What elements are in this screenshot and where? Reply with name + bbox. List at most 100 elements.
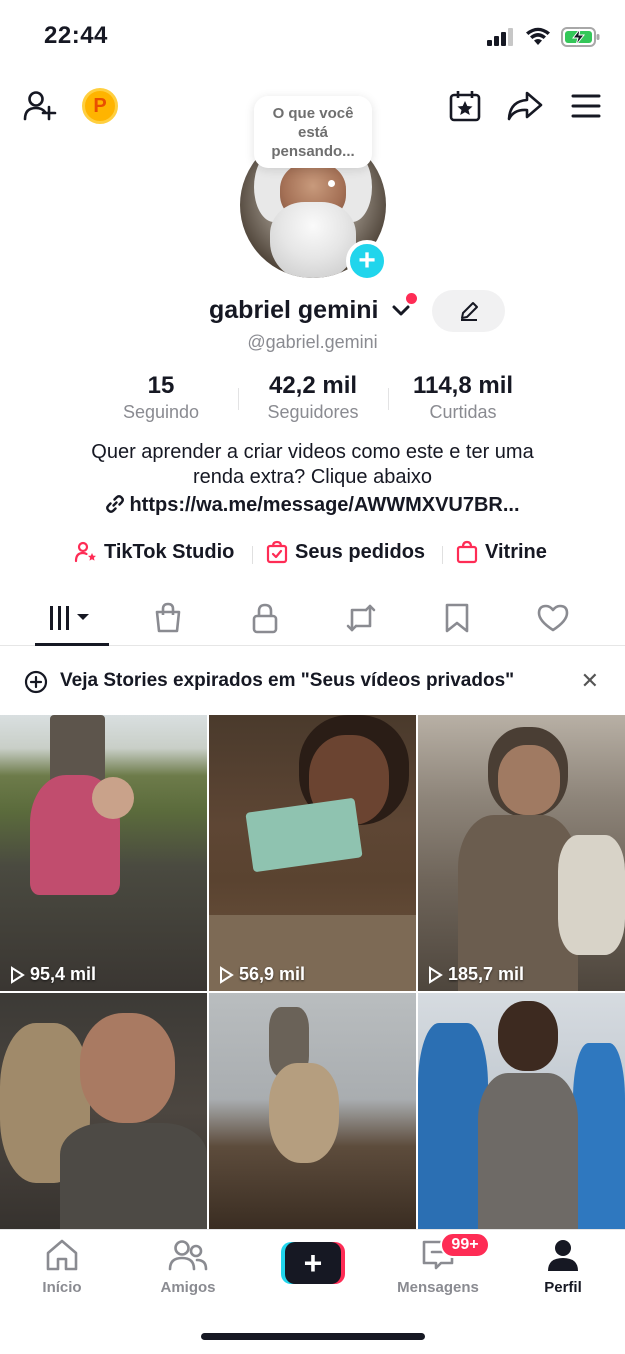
clock: 22:44 (44, 22, 108, 49)
video-thumbnail[interactable]: 95,4 mil (0, 715, 207, 991)
heart-icon (537, 604, 569, 632)
active-tab-indicator (35, 643, 109, 646)
shop-bag-icon (456, 540, 478, 564)
link-icon (106, 495, 125, 513)
view-count-text: 95,4 mil (30, 964, 97, 984)
battery-charging-icon (561, 27, 600, 47)
view-count: 95,4 mil (8, 964, 96, 985)
close-icon[interactable]: ✕ (581, 668, 599, 694)
play-icon (429, 965, 443, 984)
stories-banner-text: Veja Stories expirados em "Seus vídeos p… (60, 670, 515, 691)
note-text-line2: está (297, 124, 329, 141)
chevron-down-icon[interactable] (391, 304, 411, 318)
profile-stats: 15 Seguindo 42,2 mil Seguidores 114,8 mi… (0, 372, 625, 432)
plus-icon: + (285, 1242, 341, 1284)
share-icon[interactable] (505, 86, 545, 126)
nav-friends-label: Amigos (160, 1279, 216, 1296)
note-bubble[interactable]: O que você está pensando... (254, 96, 372, 168)
friends-icon (168, 1240, 208, 1271)
nav-friends[interactable]: Amigos (133, 1238, 243, 1296)
stat-likes[interactable]: 114,8 mil Curtidas (403, 372, 523, 423)
orders-label: Seus pedidos (295, 540, 426, 563)
tab-favorites[interactable] (407, 590, 507, 646)
status-icons (487, 26, 601, 48)
add-story-icon (24, 670, 48, 694)
signal-icon (487, 28, 513, 46)
notification-dot (406, 293, 417, 304)
bio-line1: Quer aprender a criar videos como este e… (91, 441, 534, 463)
tiktok-studio-label: TikTok Studio (104, 540, 235, 563)
username-handle: @gabriel.gemini (247, 332, 378, 352)
note-text-line1: O que você (272, 105, 354, 122)
name-row: gabriel gemini (0, 290, 625, 332)
likes-label: Curtidas (429, 402, 497, 422)
stat-followers[interactable]: 42,2 mil Seguidores (253, 372, 373, 423)
profile-tabs (0, 590, 625, 646)
bio-link-text: https://wa.me/message/AWWMXVU7BR... (129, 494, 520, 516)
nav-home-label: Início (42, 1279, 82, 1296)
tab-shop[interactable] (118, 590, 218, 646)
video-grid: 95,4 mil 56,9 mil 185,7 mil (0, 715, 625, 1229)
video-thumbnail[interactable]: 56,9 mil (209, 715, 416, 991)
followers-count: 42,2 mil (268, 372, 358, 399)
stat-divider (388, 388, 389, 410)
nav-home[interactable]: Início (7, 1238, 117, 1296)
following-label: Seguindo (122, 402, 200, 422)
create-button[interactable]: + (281, 1242, 345, 1284)
bookmark-icon (445, 603, 469, 633)
home-icon (46, 1239, 78, 1271)
shortcut-divider (252, 546, 253, 564)
view-count-text: 185,7 mil (448, 964, 525, 984)
stories-banner[interactable]: Veja Stories expirados em "Seus vídeos p… (0, 656, 625, 706)
edit-profile-button[interactable] (432, 290, 505, 332)
view-count: 185,7 mil (426, 964, 524, 985)
followers-label: Seguidores (267, 402, 359, 422)
nav-profile-label: Perfil (544, 1279, 582, 1296)
stat-divider (238, 388, 239, 410)
calendar-star-icon[interactable] (445, 86, 485, 126)
shopping-bag-icon (155, 602, 181, 633)
video-thumbnail[interactable]: 185,7 mil (418, 715, 625, 991)
view-count: 56,9 mil (217, 964, 305, 985)
play-icon (11, 965, 25, 984)
menu-icon[interactable] (566, 86, 606, 126)
wifi-icon (526, 27, 550, 45)
nav-profile[interactable]: Perfil (508, 1238, 618, 1296)
tab-videos[interactable] (22, 590, 122, 646)
stat-following[interactable]: 15 Seguindo (111, 372, 211, 423)
coins-icon[interactable]: P (82, 88, 118, 124)
note-bubble-dot (328, 180, 335, 187)
video-thumbnail[interactable] (0, 993, 207, 1229)
orders-button[interactable]: Seus pedidos (265, 540, 425, 564)
tiktok-studio-button[interactable]: TikTok Studio (74, 540, 234, 564)
person-star-icon (74, 541, 96, 563)
repost-icon (346, 604, 376, 632)
status-bar: 22:44 (0, 0, 625, 74)
inbox-badge: 99+ (440, 1232, 490, 1258)
profile-shortcuts: TikTok Studio Seus pedidos Vitrine (0, 540, 625, 570)
pencil-icon (460, 302, 478, 321)
bio-line2: renda extra? Clique abaixo (192, 466, 433, 488)
tab-private[interactable] (215, 590, 315, 646)
following-count: 15 (147, 372, 175, 399)
nav-inbox-label: Mensagens (397, 1279, 479, 1296)
display-name[interactable]: gabriel gemini (209, 296, 378, 325)
home-indicator (201, 1333, 425, 1340)
showcase-label: Vitrine (485, 540, 547, 563)
tab-reposts[interactable] (311, 590, 411, 646)
tab-liked[interactable] (503, 590, 603, 646)
profile-icon (548, 1240, 578, 1271)
video-thumbnail[interactable] (418, 993, 625, 1229)
bio: Quer aprender a criar videos como este e… (0, 440, 625, 490)
shortcut-divider (442, 546, 443, 564)
add-friend-icon[interactable] (20, 86, 60, 126)
likes-count: 114,8 mil (412, 372, 514, 399)
grid-bars-icon (50, 606, 89, 630)
order-bag-icon (266, 540, 288, 564)
showcase-button[interactable]: Vitrine (455, 540, 547, 564)
add-story-button[interactable]: + (346, 240, 388, 282)
video-thumbnail[interactable] (209, 993, 416, 1229)
note-text-line3: pensando... (271, 143, 355, 160)
bio-link[interactable]: https://wa.me/message/AWWMXVU7BR... (0, 494, 625, 517)
view-count-text: 56,9 mil (239, 964, 306, 984)
